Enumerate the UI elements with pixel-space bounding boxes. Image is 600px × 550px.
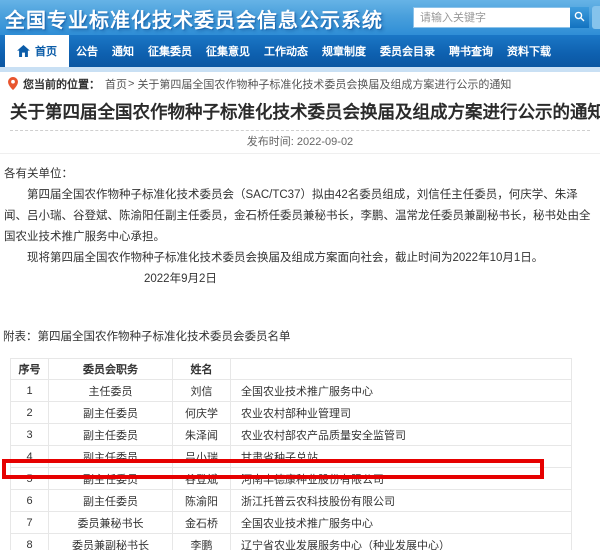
cell-org: 全国农业技术推广服务中心 <box>231 380 572 402</box>
nav-item-work-news[interactable]: 工作动态 <box>257 35 315 67</box>
main-nav: 首页 公告 通知 征集委员 征集意见 工作动态 规章制度 委员会目录 聘书查询 … <box>0 35 600 67</box>
cell-name: 何庆学 <box>173 402 231 424</box>
cell-role: 副主任委员 <box>49 468 173 490</box>
table-row: 2 副主任委员 何庆学 农业农村部种业管理司 <box>11 402 572 424</box>
cell-name: 李鹏 <box>173 534 231 550</box>
article-body: 各有关单位： 第四届全国农作物种子标准化技术委员会（SAC/TC37）拟由42名… <box>0 154 600 290</box>
cell-no: 7 <box>11 512 49 534</box>
cell-role: 委员兼副秘书长 <box>49 534 173 550</box>
location-pin-icon <box>8 77 18 90</box>
col-header-role: 委员会职务 <box>49 359 173 380</box>
paragraph-1: 第四届全国农作物种子标准化技术委员会（SAC/TC37）拟由42名委员组成，刘信… <box>4 185 594 248</box>
site-header: 全国专业标准化技术委员会信息公示系统 <box>0 0 600 35</box>
breadcrumb: 您当前的位置： 首页 > 关于第四届全国农作物种子标准化技术委员会换届及组成方案… <box>0 72 600 91</box>
paragraph-2: 现将第四届全国农作物种子标准化技术委员会换届及组成方案面向社会，截止时间为202… <box>4 248 594 269</box>
nav-item-label: 首页 <box>35 43 57 59</box>
member-roster-table: 序号 委员会职务 姓名 1 主任委员 刘信 全国农业技术推广服务中心 2 副主任… <box>10 358 572 550</box>
cell-name: 吕小瑞 <box>173 446 231 468</box>
search-bar <box>413 7 589 28</box>
breadcrumb-label: 您当前的位置： <box>23 76 100 92</box>
nav-item-downloads[interactable]: 资料下载 <box>500 35 558 67</box>
cell-no: 6 <box>11 490 49 512</box>
table-row: 8 委员兼副秘书长 李鹏 辽宁省农业发展服务中心（种业发展中心） <box>11 534 572 550</box>
breadcrumb-separator: > <box>128 78 134 90</box>
nav-item-certificate-query[interactable]: 聘书查询 <box>442 35 500 67</box>
cell-no: 5 <box>11 468 49 490</box>
site-title: 全国专业标准化技术委员会信息公示系统 <box>5 4 383 33</box>
page: 全国专业标准化技术委员会信息公示系统 首页 公告 <box>0 0 600 550</box>
cell-org: 全国农业技术推广服务中心 <box>231 512 572 534</box>
col-header-name: 姓名 <box>173 359 231 380</box>
table-row-highlighted: 6 副主任委员 陈渝阳 浙江托普云农科技股份有限公司 <box>11 490 572 512</box>
cell-no: 4 <box>11 446 49 468</box>
article: 关于第四届全国农作物种子标准化技术委员会换届及组成方案进行公示的通知 发布时间:… <box>0 99 600 550</box>
signature-date: 2022年9月2日 <box>4 269 594 290</box>
cell-role: 副主任委员 <box>49 446 173 468</box>
table-row: 4 副主任委员 吕小瑞 甘肃省种子总站 <box>11 446 572 468</box>
cell-no: 2 <box>11 402 49 424</box>
cell-role: 副主任委员 <box>49 490 173 512</box>
table-row: 7 委员兼秘书长 金石桥 全国农业技术推广服务中心 <box>11 512 572 534</box>
attachment-label: 附表：第四届全国农作物种子标准化技术委员会委员名单 <box>3 328 600 344</box>
article-title: 关于第四届全国农作物种子标准化技术委员会换届及组成方案进行公示的通知 <box>10 99 590 131</box>
cell-role: 副主任委员 <box>49 424 173 446</box>
search-icon <box>574 10 585 25</box>
breadcrumb-current-link[interactable]: 关于第四届全国农作物种子标准化技术委员会换届及组成方案进行公示的通知 <box>137 76 511 92</box>
salutation: 各有关单位： <box>4 164 594 185</box>
home-icon <box>17 45 30 57</box>
col-header-org <box>231 359 572 380</box>
cell-name: 朱泽闻 <box>173 424 231 446</box>
cell-org: 农业农村部农产品质量安全监管司 <box>231 424 572 446</box>
cell-role: 主任委员 <box>49 380 173 402</box>
nav-item-recruit-members[interactable]: 征集委员 <box>141 35 199 67</box>
cell-role: 委员兼秘书长 <box>49 512 173 534</box>
cell-org: 河南丰德康种业股份有限公司 <box>231 468 572 490</box>
nav-item-committee-directory[interactable]: 委员会目录 <box>373 35 442 67</box>
breadcrumb-home-link[interactable]: 首页 <box>105 76 127 92</box>
nav-item-home[interactable]: 首页 <box>5 35 69 67</box>
cell-name: 陈渝阳 <box>173 490 231 512</box>
cell-org: 甘肃省种子总站 <box>231 446 572 468</box>
cell-org: 浙江托普云农科技股份有限公司 <box>231 490 572 512</box>
cell-no: 3 <box>11 424 49 446</box>
nav-item-rules[interactable]: 规章制度 <box>315 35 373 67</box>
table-row: 5 副主任委员 谷登斌 河南丰德康种业股份有限公司 <box>11 468 572 490</box>
cell-name: 金石桥 <box>173 512 231 534</box>
cell-role: 副主任委员 <box>49 402 173 424</box>
nav-item-announcements[interactable]: 公告 <box>69 35 105 67</box>
table-row: 3 副主任委员 朱泽闻 农业农村部农产品质量安全监管司 <box>11 424 572 446</box>
cell-no: 8 <box>11 534 49 550</box>
nav-item-notices[interactable]: 通知 <box>105 35 141 67</box>
cell-name: 刘信 <box>173 380 231 402</box>
publish-time: 发布时间: 2022-09-02 <box>0 131 600 154</box>
cell-name: 谷登斌 <box>173 468 231 490</box>
search-button[interactable] <box>570 7 589 28</box>
search-input[interactable] <box>413 7 570 28</box>
col-header-no: 序号 <box>11 359 49 380</box>
cell-no: 1 <box>11 380 49 402</box>
nav-item-solicit-opinions[interactable]: 征集意见 <box>199 35 257 67</box>
cell-org: 农业农村部种业管理司 <box>231 402 572 424</box>
cell-org: 辽宁省农业发展服务中心（种业发展中心） <box>231 534 572 550</box>
table-header-row: 序号 委员会职务 姓名 <box>11 359 572 380</box>
header-edge-decoration <box>592 6 600 29</box>
table-row: 1 主任委员 刘信 全国农业技术推广服务中心 <box>11 380 572 402</box>
